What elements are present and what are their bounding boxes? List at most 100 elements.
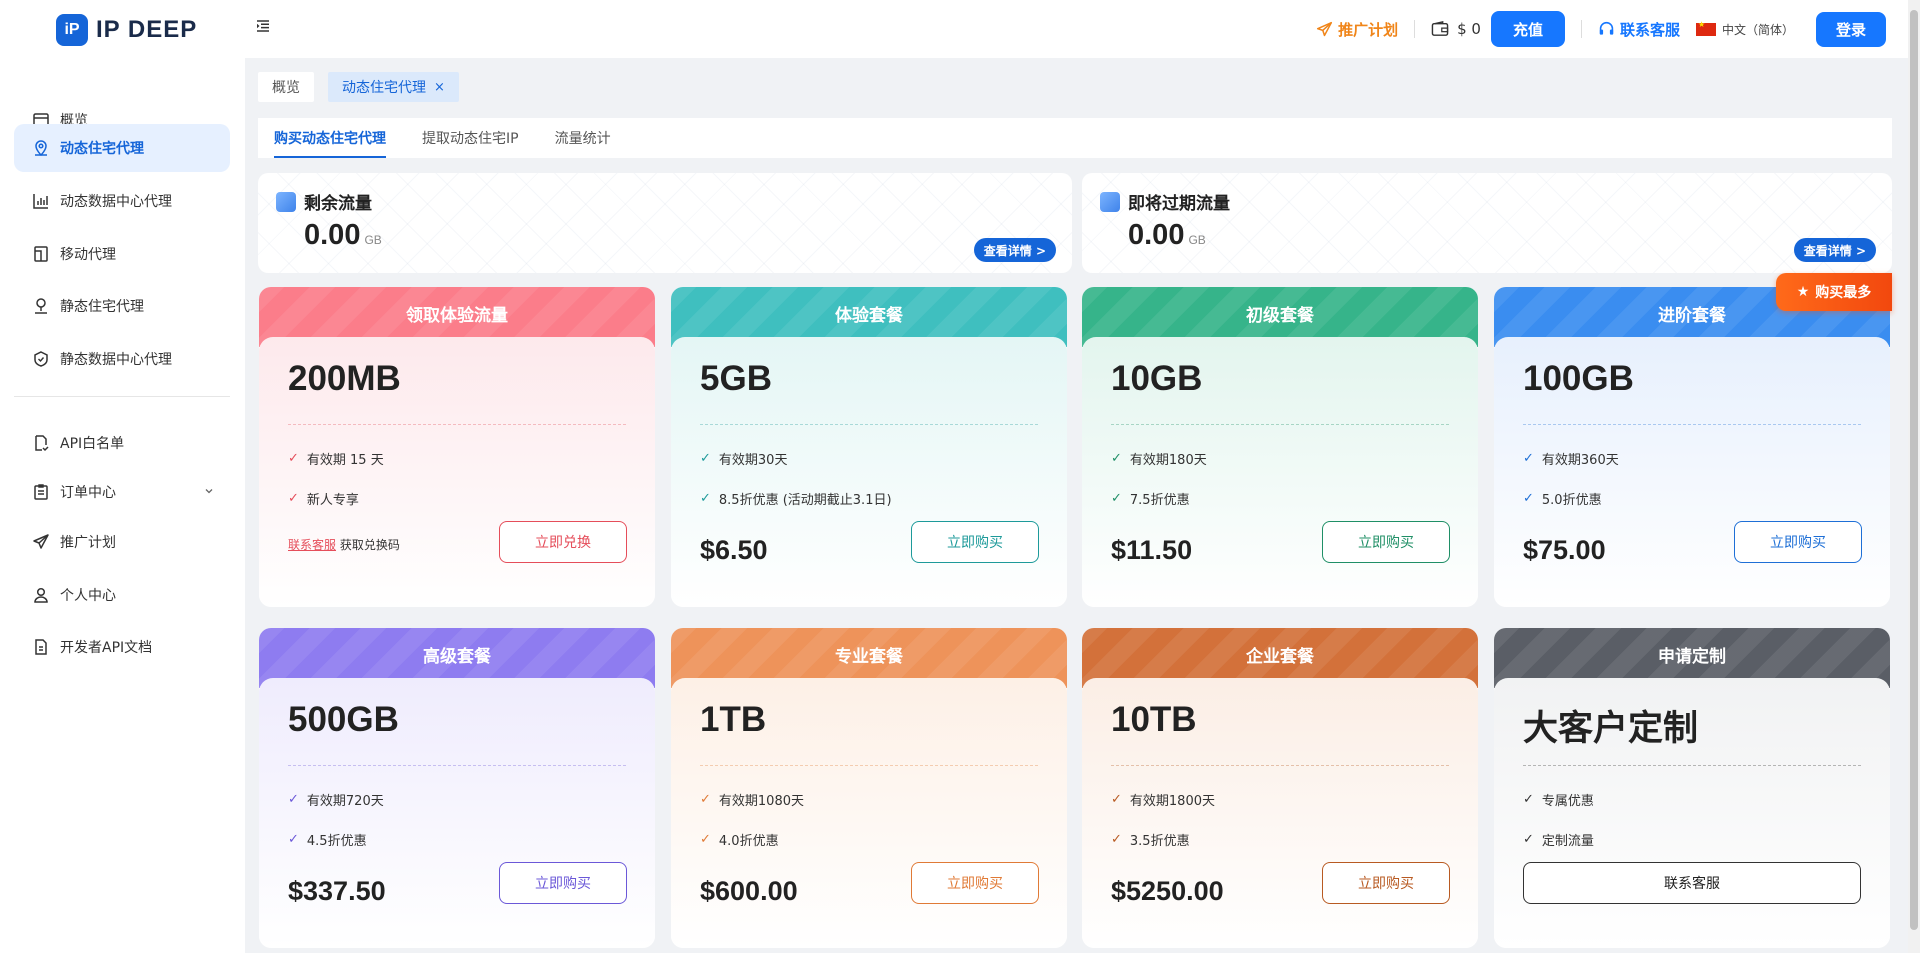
package-price: $11.50 (1111, 535, 1193, 565)
buy-now-button[interactable]: 立即购买 (1322, 521, 1450, 563)
package-size: 500GB (288, 700, 399, 739)
sidebar-item-orders[interactable]: 订单中心 (14, 468, 230, 516)
divider (1580, 20, 1582, 38)
package-price: $5250.00 (1111, 876, 1224, 906)
feature-item: ✓ 有效期720天 (288, 792, 384, 809)
buy-now-button[interactable]: 立即购买 (911, 521, 1039, 563)
sidebar-item-dynamic-datacenter[interactable]: 动态数据中心代理 (14, 177, 230, 225)
expiring-value: 0.00 (1128, 219, 1185, 251)
card-body: 1TB ✓ 有效期1080天 ✓ 4.0折优惠 $600.00 立即购买 (671, 678, 1067, 948)
feature-item: ✓ 5.0折优惠 (1523, 491, 1602, 508)
sidebar-item-label: 静态数据中心代理 (60, 352, 172, 368)
china-flag-icon (1695, 20, 1716, 36)
unit-label: GB (364, 233, 382, 247)
support-link[interactable]: 联系客服 (1598, 19, 1680, 40)
menu-collapse-icon[interactable] (256, 20, 274, 38)
feature-item: ✓ 有效期180天 (1111, 451, 1207, 468)
datacenter-icon (33, 194, 48, 209)
feature-item: ✓ 新人专享 (288, 491, 359, 508)
redeem-button[interactable]: 立即兑换 (499, 521, 627, 563)
subtab-buy[interactable]: 购买动态住宅代理 (274, 128, 386, 158)
divider (1523, 424, 1861, 425)
send-icon (1316, 21, 1333, 36)
package-size: 100GB (1523, 359, 1634, 398)
package-size: 1TB (700, 700, 767, 739)
feature-item: ✓ 8.5折优惠 (活动期截止3.1日) (700, 491, 892, 508)
contact-support-button[interactable]: 联系客服 (1523, 862, 1861, 904)
divider (288, 424, 626, 425)
package-card: 高级套餐 500GB ✓ 有效期720天 ✓ 4.5折优惠 $337.50 立即购买 (259, 628, 655, 948)
mobile-icon (34, 246, 48, 262)
check-icon: ✓ (1111, 491, 1122, 506)
sidebar-item-api-whitelist[interactable]: API白名单 (14, 419, 230, 467)
check-icon: ✓ (1111, 792, 1122, 807)
subtab-extract-ip[interactable]: 提取动态住宅IP (422, 128, 519, 158)
divider (700, 765, 1038, 766)
check-icon: ✓ (288, 832, 299, 847)
close-icon[interactable]: × (434, 80, 445, 95)
promo-link[interactable]: 推广计划 (1316, 19, 1398, 40)
view-details-button[interactable]: 查看详情 > (973, 238, 1056, 262)
sidebar-item-mobile[interactable]: 移动代理 (14, 230, 230, 278)
package-size: 10TB (1111, 700, 1197, 739)
check-icon: ✓ (700, 832, 711, 847)
buy-now-button[interactable]: 立即购买 (1322, 862, 1450, 904)
divider (1523, 765, 1861, 766)
sidebar-item-label: 订单中心 (60, 485, 116, 501)
feature-item: ✓ 专属优惠 (1523, 792, 1594, 809)
tab-label: 动态住宅代理 (342, 80, 426, 96)
feature-item: ✓ 有效期 15 天 (288, 451, 384, 468)
package-card: 专业套餐 1TB ✓ 有效期1080天 ✓ 4.0折优惠 $600.00 立即购买 (671, 628, 1067, 948)
sidebar-item-api-docs[interactable]: 开发者API文档 (14, 623, 230, 671)
check-icon: ✓ (1111, 832, 1122, 847)
top-header: iP IP DEEP 推广计划 $ 0 充值 联系客服 中文（简体） 登录 (0, 0, 1908, 58)
package-size: 5GB (700, 359, 772, 398)
feature-item: ✓ 3.5折优惠 (1111, 832, 1190, 849)
feature-item: ✓ 7.5折优惠 (1111, 491, 1190, 508)
recharge-button[interactable]: 充值 (1490, 11, 1565, 47)
card-body: 10TB ✓ 有效期1800天 ✓ 3.5折优惠 $5250.00 立即购买 (1082, 678, 1478, 948)
scrollbar[interactable] (1908, 0, 1920, 953)
document-check-icon (35, 435, 49, 452)
tab-dynamic-residential[interactable]: 动态住宅代理 × (328, 72, 459, 102)
package-price: $75.00 (1523, 535, 1606, 565)
shield-icon (34, 351, 48, 367)
sidebar-item-static-residential[interactable]: 静态住宅代理 (14, 282, 230, 330)
wallet-icon (1431, 21, 1449, 36)
logo[interactable]: iP IP DEEP (56, 14, 197, 46)
sidebar-item-static-datacenter[interactable]: 静态数据中心代理 (14, 335, 230, 383)
view-details-button[interactable]: 查看详情 > (1793, 238, 1876, 262)
feature-item: ✓ 有效期360天 (1523, 451, 1619, 468)
card-body: 10GB ✓ 有效期180天 ✓ 7.5折优惠 $11.50 立即购买 (1082, 337, 1478, 607)
support-label: 联系客服 (1619, 20, 1680, 39)
sidebar-item-profile[interactable]: 个人中心 (14, 571, 230, 619)
sidebar-item-label: 动态数据中心代理 (60, 194, 172, 210)
location-icon (35, 140, 47, 157)
sidebar-item-promo[interactable]: 推广计划 (14, 518, 230, 566)
check-icon: ✓ (288, 451, 299, 466)
sidebar-item-dynamic-residential[interactable]: 动态住宅代理 (14, 124, 230, 172)
subtab-traffic-stats[interactable]: 流量统计 (555, 128, 611, 158)
user-icon (34, 587, 48, 603)
redeem-hint: 联系客服 获取兑换码 (288, 538, 400, 552)
package-price: $600.00 (700, 876, 798, 906)
unit-label: GB (1188, 233, 1206, 247)
check-icon: ✓ (1523, 491, 1534, 506)
login-button[interactable]: 登录 (1815, 11, 1886, 47)
balance-value: $ 0 (1457, 20, 1481, 38)
check-icon: ✓ (1523, 792, 1534, 807)
contact-support-link[interactable]: 联系客服 (288, 538, 336, 552)
wallet-balance: $ 0 (1431, 20, 1481, 38)
buy-now-button[interactable]: 立即购买 (499, 862, 627, 904)
tab-overview[interactable]: 概览 (258, 72, 314, 102)
buy-now-button[interactable]: 立即购买 (1734, 521, 1862, 563)
package-size: 200MB (288, 359, 401, 398)
scrollbar-thumb[interactable] (1910, 10, 1918, 930)
chart-icon (1100, 191, 1120, 212)
language-selector[interactable]: 中文（简体） (1695, 20, 1794, 38)
card-body: 大客户定制 ✓ 专属优惠 ✓ 定制流量 联系客服 (1494, 678, 1890, 948)
buy-now-button[interactable]: 立即购买 (911, 862, 1039, 904)
package-card: 初级套餐 10GB ✓ 有效期180天 ✓ 7.5折优惠 $11.50 立即购买 (1082, 287, 1478, 607)
sidebar-item-label: 移动代理 (60, 247, 116, 263)
check-icon: ✓ (700, 792, 711, 807)
